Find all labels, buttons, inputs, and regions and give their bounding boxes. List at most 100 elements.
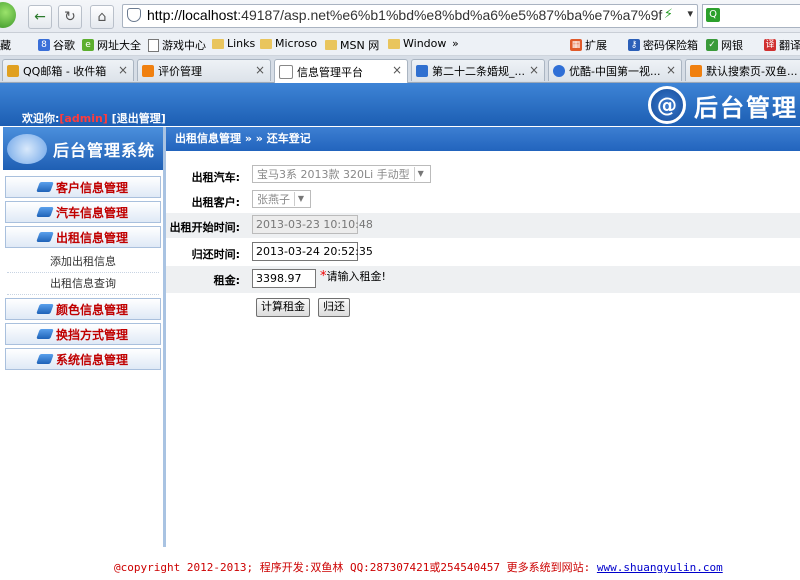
bookmark-windows[interactable]: Window — [388, 37, 446, 50]
menu-icon — [36, 354, 54, 364]
menu-icon — [36, 329, 54, 339]
form-row-return-time: 归还时间: 2013-03-24 20:52:35 — [166, 240, 800, 265]
tab-strip: QQ邮箱 - 收件箱 × 评价管理 × 信息管理平台 × 第二十二条婚规_... × 优… — [0, 56, 800, 83]
tab-qq-mail[interactable]: QQ邮箱 - 收件箱 × — [2, 59, 134, 81]
menu-icon — [36, 304, 54, 314]
tab-wedding[interactable]: 第二十二条婚规_... × — [411, 59, 545, 81]
toolbar-translate[interactable]: 译翻译 — [764, 37, 800, 53]
tab-admin-platform[interactable]: 信息管理平台 × — [274, 59, 408, 83]
footer: @copyright 2012-2013; 程序开发:双鱼林 QQ:287307… — [114, 559, 723, 575]
back-button[interactable]: ← — [28, 5, 52, 29]
rent-field[interactable]: 3398.97 — [252, 269, 316, 288]
sidebar-item-rental[interactable]: 出租信息管理 — [5, 226, 161, 248]
address-toolbar: ← ↻ ⌂ http://localhost:49187/asp.net%e6%… — [0, 0, 800, 33]
customer-select[interactable]: 张燕子 ▼ — [252, 190, 311, 208]
system-logo-icon — [7, 133, 47, 164]
tab-favicon — [142, 64, 154, 77]
key-icon: ⚷ — [628, 39, 640, 51]
tab-favicon — [553, 64, 565, 77]
breadcrumb: 出租信息管理 » » 还车登记 — [166, 127, 800, 151]
sidebar-item-car[interactable]: 汽车信息管理 — [5, 201, 161, 223]
folder-icon — [325, 40, 337, 50]
chevron-down-icon: ▼ — [294, 192, 307, 206]
search-icon: Q — [706, 8, 720, 22]
close-icon[interactable]: × — [255, 63, 265, 77]
toolbar-password-safe[interactable]: ⚷ 密码保险箱 — [628, 37, 698, 53]
tab-favicon — [690, 64, 702, 77]
search-box[interactable]: Q — [702, 4, 800, 28]
footer-link[interactable]: www.shuangyulin.com — [597, 561, 723, 574]
tab-favicon — [7, 64, 19, 77]
return-time-label: 归还时间: — [191, 248, 240, 261]
home-button[interactable]: ⌂ — [90, 5, 114, 29]
tab-youku[interactable]: 优酷-中国第一视... × — [548, 59, 682, 81]
globe-icon: e — [82, 39, 94, 51]
form-row-car: 出租汽车: 宝马3系 2013款 320Li 手动型 ▼ — [166, 163, 800, 188]
submenu-add-rental[interactable]: 添加出租信息 — [7, 251, 159, 273]
bookmark-hao[interactable]: e 网址大全 — [82, 37, 141, 53]
form-row-customer: 出租客户: 张燕子 ▼ — [166, 188, 800, 213]
bookmark-favorites[interactable]: 藏 — [0, 37, 11, 53]
rent-label: 租金: — [213, 274, 240, 287]
bookmark-microsoft[interactable]: Microso — [260, 37, 317, 50]
url-field[interactable]: http://localhost:49187/asp.net%e6%b1%bd%… — [122, 4, 698, 28]
calculate-rent-button[interactable]: 计算租金 — [256, 298, 310, 317]
refresh-button[interactable]: ↻ — [58, 5, 82, 29]
rent-hint: *请输入租金! — [320, 269, 386, 284]
car-select[interactable]: 宝马3系 2013款 320Li 手动型 ▼ — [252, 165, 431, 183]
toolbar-bank[interactable]: ✓ 网银 — [706, 37, 743, 53]
page-icon — [148, 38, 159, 52]
tab-default-search[interactable]: 默认搜索页-双鱼... — [685, 59, 800, 81]
lightning-icon[interactable]: ⚡ — [664, 7, 673, 22]
page-icon — [279, 64, 293, 79]
bookmarks-bar: 藏 8 谷歌 e 网址大全 游戏中心 Links Microso MSN 网 Win… — [0, 33, 800, 56]
shield-icon: ✓ — [706, 39, 718, 51]
customer-label: 出租客户: — [191, 196, 240, 209]
menu-icon — [36, 232, 54, 242]
google-icon: 8 — [38, 39, 50, 51]
sidebar-item-color[interactable]: 颜色信息管理 — [5, 298, 161, 320]
menu-icon — [36, 182, 54, 192]
sidebar: 后台管理系统 客户信息管理 汽车信息管理 出租信息管理 添加出租信息 出租信息查… — [3, 127, 166, 547]
bookmark-msn[interactable]: MSN 网 — [325, 37, 379, 53]
logout-link[interactable]: [退出管理] — [112, 112, 166, 125]
return-time-field[interactable]: 2013-03-24 20:52:35 — [252, 242, 373, 261]
brand-logo-icon: @ — [648, 86, 686, 124]
welcome-label: 欢迎你: — [22, 112, 60, 125]
tab-reviews[interactable]: 评价管理 × — [137, 59, 271, 81]
close-icon[interactable]: × — [529, 63, 539, 77]
sidebar-item-customer[interactable]: 客户信息管理 — [5, 176, 161, 198]
extensions-icon: ▦ — [570, 39, 582, 51]
bookmark-games[interactable]: 游戏中心 — [148, 37, 206, 53]
brand-title: 后台管理 — [694, 93, 798, 122]
folder-icon — [260, 38, 272, 49]
url-text: http://localhost:49187/asp.net%e6%b1%bd%… — [147, 7, 663, 23]
bookmarks-more[interactable]: » — [452, 37, 459, 50]
browser-logo-icon — [0, 2, 16, 28]
close-icon[interactable]: × — [666, 63, 676, 77]
start-time-field: 2013-03-23 10:10:48 — [252, 215, 373, 234]
bookmark-links[interactable]: Links — [212, 37, 255, 50]
chevron-down-icon: ▼ — [413, 167, 427, 181]
close-icon[interactable]: × — [118, 63, 128, 77]
brand: @ 后台管理 — [648, 86, 798, 124]
return-car-button[interactable]: 归还 — [318, 298, 350, 317]
sidebar-title: 后台管理系统 — [53, 140, 156, 160]
username: [admin] — [59, 112, 108, 125]
security-shield-icon — [127, 8, 141, 22]
form-row-rent: 租金: 3398.97 *请输入租金! — [166, 266, 800, 293]
url-dropdown-icon[interactable]: ▾ — [687, 7, 693, 20]
bookmark-google[interactable]: 8 谷歌 — [38, 37, 75, 53]
sidebar-item-system[interactable]: 系统信息管理 — [5, 348, 161, 370]
submenu-query-rental[interactable]: 出租信息查询 — [7, 273, 159, 295]
translate-icon: 译 — [764, 39, 776, 51]
start-time-label: 出租开始时间: — [169, 221, 240, 234]
menu-icon — [36, 207, 54, 217]
close-icon[interactable]: × — [392, 63, 402, 77]
toolbar-extensions[interactable]: ▦ 扩展 — [570, 37, 607, 53]
sidebar-item-gearbox[interactable]: 换挡方式管理 — [5, 323, 161, 345]
car-label: 出租汽车: — [191, 171, 240, 184]
folder-icon — [212, 38, 224, 49]
folder-icon — [388, 38, 400, 49]
tab-favicon — [416, 64, 428, 77]
